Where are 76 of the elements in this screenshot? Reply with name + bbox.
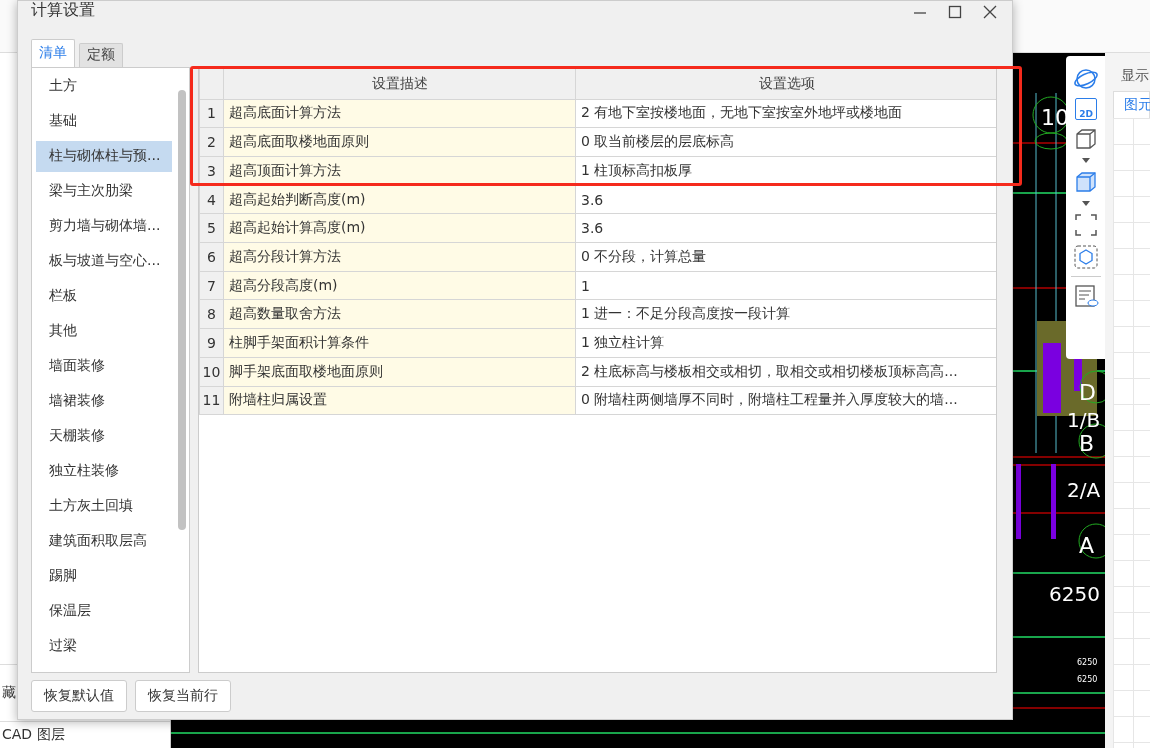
caret-icon[interactable] [1082,201,1090,206]
tab[interactable]: 清单 [31,38,75,67]
panel-header: 显示 [1120,66,1150,85]
table-cell[interactable]: 3.6 [575,213,996,243]
category-item[interactable]: 建筑面积取层高 [36,525,172,557]
grid-label: B [1079,431,1095,456]
dialog-title: 计算设置 [31,0,95,21]
category-item[interactable]: 保温层 [36,595,172,627]
table-cell: 超高起始计算高度(m) [223,213,576,243]
view-2d-button[interactable]: 2D [1075,98,1097,120]
row-number: 8 [199,299,224,329]
cube-icon[interactable] [1073,126,1099,152]
row-number: 7 [199,271,224,300]
category-item[interactable]: 梁与主次肋梁 [36,175,172,207]
table-cell[interactable]: 2 柱底标高与楼板相交或相切，取相交或相切楼板顶标高高... [575,357,996,386]
table-cell: 超高底面计算方法 [223,99,576,128]
category-item[interactable]: 踢脚 [36,560,172,592]
grid-label: 1/B [1067,408,1101,432]
orbit-icon[interactable] [1073,66,1099,92]
row-number: 4 [199,185,224,214]
table-cell[interactable]: 1 进一：不足分段高度按一段计算 [575,299,996,329]
table-cell: 柱脚手架面积计算条件 [223,328,576,358]
category-item[interactable]: 独立柱装修 [36,455,172,487]
table-cell[interactable]: 3.6 [575,185,996,214]
table-cell[interactable]: 0 不分段，计算总量 [575,242,996,272]
category-item[interactable]: 栏板 [36,280,172,312]
category-item[interactable]: 天棚装修 [36,420,172,452]
table-cell: 超高分段计算方法 [223,242,576,272]
table-cell[interactable]: 0 取当前楼层的层底标高 [575,127,996,157]
fullscreen-icon[interactable] [1073,212,1099,238]
table-cell: 超高数量取舍方法 [223,299,576,329]
row-number: 5 [199,213,224,243]
grid-label: A [1079,533,1095,558]
category-item[interactable]: 土方灰土回填 [36,490,172,522]
row-number: 6 [199,242,224,272]
panel-text: 藏 [2,684,16,702]
row-number: 11 [199,386,224,415]
category-item[interactable]: 墙裙装修 [36,385,172,417]
cube-icon[interactable] [1073,169,1099,195]
reset-button[interactable]: 恢复当前行 [135,680,231,712]
maximize-icon[interactable] [948,5,962,19]
table-cell: 超高分段高度(m) [223,271,576,300]
reset-button[interactable]: 恢复默认值 [31,680,127,712]
row-number: 2 [199,127,224,157]
layer-label[interactable]: CAD 图层 [2,726,65,744]
category-item[interactable]: 其他 [36,315,172,347]
tab[interactable]: 定额 [79,42,123,67]
table-cell: 附墙柱归属设置 [223,386,576,415]
grid-label: 6250 [1049,582,1100,606]
category-item[interactable]: 柱与砌体柱与预... [36,140,172,172]
category-item[interactable]: 板与坡道与空心... [36,245,172,277]
grid-label: 2/A [1067,478,1101,502]
row-number: 1 [199,99,224,128]
category-item[interactable]: 基础 [36,105,172,137]
caret-icon[interactable] [1082,158,1090,163]
table-cell[interactable]: 0 附墙柱两侧墙厚不同时，附墙柱工程量并入厚度较大的墙... [575,386,996,415]
close-icon[interactable] [983,5,997,19]
category-item[interactable]: 墙面装修 [36,350,172,382]
grid-label: D [1079,380,1096,405]
cube-icon[interactable] [1073,244,1099,270]
category-item[interactable]: 土方 [36,70,172,102]
category-item[interactable]: 剪力墙与砌体墙... [36,210,172,242]
row-number: 10 [199,357,224,386]
table-cell[interactable]: 2 有地下室按楼地面，无地下室按室外地坪或楼地面 [575,99,996,128]
category-item[interactable]: 过梁 [36,630,172,662]
column-header: 设置描述 [223,68,576,100]
table-cell[interactable]: 1 独立柱计算 [575,328,996,358]
grid-label: 6250 [1077,658,1098,667]
row-number: 9 [199,328,224,358]
table-cell[interactable]: 1 [575,271,996,300]
list-view-icon[interactable] [1073,283,1099,309]
table-cell: 脚手架底面取楼地面原则 [223,357,576,386]
grid-label: 6250 [1077,675,1098,684]
column-header: 设置选项 [575,68,996,100]
table-cell: 超高底面取楼地面原则 [223,127,576,157]
table-cell: 超高起始判断高度(m) [223,185,576,214]
